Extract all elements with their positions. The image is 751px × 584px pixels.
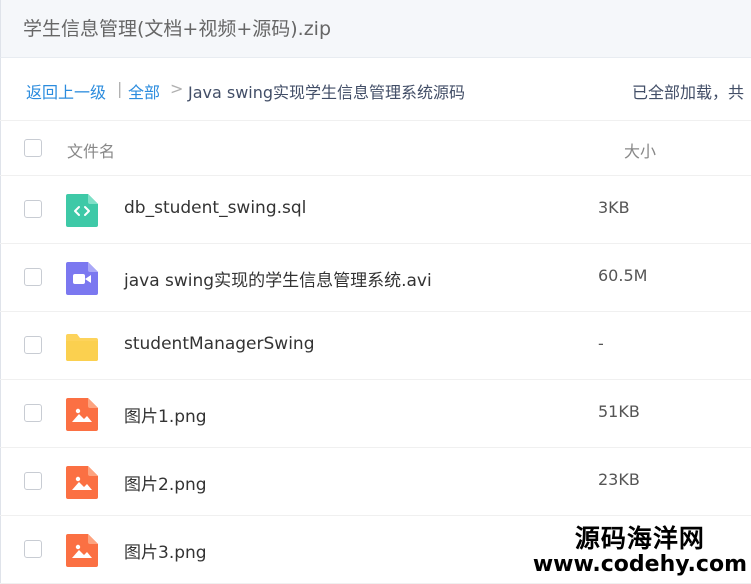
row-checkbox[interactable]	[24, 200, 42, 218]
sql-file-icon	[66, 194, 98, 227]
row-checkbox[interactable]	[24, 472, 42, 490]
column-header-size[interactable]: 大小	[624, 138, 656, 162]
file-size: 51KB	[598, 402, 640, 421]
image-file-icon	[66, 466, 98, 499]
watermark-title: 源码海洋网	[574, 524, 705, 553]
image-file-icon	[66, 398, 98, 431]
file-size: 60.5M	[598, 266, 648, 285]
image-file-icon	[66, 534, 98, 567]
breadcrumb-arrow: >	[170, 79, 184, 98]
table-row[interactable]: java swing实现的学生信息管理系统.avi 60.5M	[0, 244, 751, 312]
row-checkbox[interactable]	[24, 540, 42, 558]
table-row[interactable]: db_student_swing.sql 3KB	[0, 176, 751, 244]
window-title: 学生信息管理(文档+视频+源码).zip	[23, 18, 332, 40]
file-name[interactable]: 图片1.png	[124, 402, 207, 427]
file-name[interactable]: db_student_swing.sql	[124, 198, 306, 218]
file-name[interactable]: java swing实现的学生信息管理系统.avi	[124, 266, 432, 291]
file-name[interactable]: 图片2.png	[124, 470, 207, 495]
select-all-checkbox[interactable]	[24, 139, 42, 157]
table-row[interactable]: 图片1.png 51KB	[0, 380, 751, 448]
column-header-name[interactable]: 文件名	[67, 138, 115, 162]
breadcrumb: 返回上一级 | 全部 > Java swing实现学生信息管理系统源码 已全部加…	[0, 58, 751, 121]
window-titlebar: 学生信息管理(文档+视频+源码).zip	[0, 0, 751, 58]
file-name[interactable]: 图片3.png	[124, 538, 207, 563]
breadcrumb-current: Java swing实现学生信息管理系统源码	[188, 83, 466, 102]
load-status: 已全部加载，共	[632, 83, 745, 102]
row-checkbox[interactable]	[24, 336, 42, 354]
video-file-icon	[66, 262, 98, 295]
table-row[interactable]: 图片2.png 23KB	[0, 448, 751, 516]
all-files-link[interactable]: 全部	[128, 79, 160, 103]
watermark: 源码海洋网 www.codehy.com	[533, 525, 747, 577]
table-header: 文件名 大小	[0, 121, 751, 176]
file-size: -	[598, 334, 604, 353]
watermark-url: www.codehy.com	[532, 552, 747, 577]
back-link[interactable]: 返回上一级	[26, 79, 106, 103]
row-checkbox[interactable]	[24, 268, 42, 286]
folder-icon	[66, 334, 98, 361]
row-checkbox[interactable]	[24, 404, 42, 422]
table-row[interactable]: studentManagerSwing -	[0, 312, 751, 380]
file-size: 23KB	[598, 470, 640, 489]
breadcrumb-divider: |	[117, 79, 123, 98]
file-size: 3KB	[598, 198, 630, 217]
folder-name[interactable]: studentManagerSwing	[124, 334, 315, 354]
